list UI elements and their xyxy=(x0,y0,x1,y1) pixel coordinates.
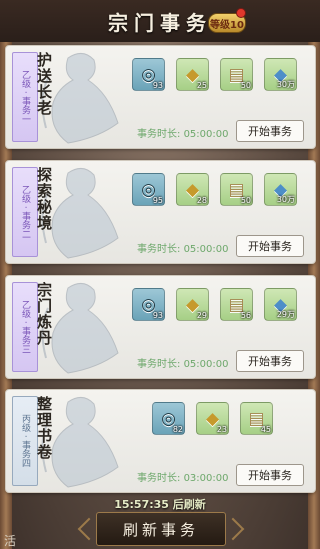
duration-label: 事务时长: xyxy=(137,244,181,255)
task-card: 乙级 · 事务一 护送长老 ◎ 93 ◆ 25 ▤ 50 ◆ 30万 事务时长:… xyxy=(5,45,316,149)
start-task-button[interactable]: 开始事务 xyxy=(236,350,304,372)
page-title: 宗门事务 xyxy=(108,10,212,35)
start-task-button[interactable]: 开始事务 xyxy=(236,464,304,486)
duration-label: 事务时长: xyxy=(137,473,181,484)
reward-item[interactable]: ▤ 56 xyxy=(220,288,253,321)
reward-count: 28 xyxy=(196,196,207,205)
reward-count: 95 xyxy=(152,196,163,205)
start-task-button[interactable]: 开始事务 xyxy=(236,235,304,257)
task-name: 探索秘境 xyxy=(35,167,53,231)
reward-count: 56 xyxy=(240,311,251,320)
reward-item[interactable]: ▤ 50 xyxy=(220,173,253,206)
reward-item[interactable]: ◆ 29 xyxy=(176,288,209,321)
reward-count: 50 xyxy=(240,196,251,205)
reward-list: ◎ 82 ◆ 23 ▤ 45 xyxy=(152,402,273,435)
reward-count: 82 xyxy=(172,425,183,434)
corner-text: 活 xyxy=(4,534,17,548)
reward-list: ◎ 95 ◆ 28 ▤ 50 ◆ 30万 xyxy=(132,173,297,206)
duration-label: 事务时长: xyxy=(137,129,181,140)
duration-value: 05:00:00 xyxy=(183,244,229,255)
reward-item[interactable]: ◎ 93 xyxy=(132,288,165,321)
task-card: 丙级 · 事务四 整理书卷 ◎ 82 ◆ 23 ▤ 45 事务时长: 03:00… xyxy=(5,389,316,493)
reward-count: 29 xyxy=(196,311,207,320)
reward-count: 93 xyxy=(152,81,163,90)
start-task-button[interactable]: 开始事务 xyxy=(236,120,304,142)
reward-count: 23 xyxy=(216,425,227,434)
reward-list: ◎ 93 ◆ 25 ▤ 50 ◆ 30万 xyxy=(132,58,297,91)
duration-value: 05:00:00 xyxy=(183,359,229,370)
reward-item[interactable]: ◆ 23 xyxy=(196,402,229,435)
duration-row: 事务时长: 03:00:00 xyxy=(137,469,228,484)
reward-count: 50 xyxy=(240,81,251,90)
refresh-tasks-button[interactable]: 刷新事务 xyxy=(96,512,226,546)
reward-count: 30万 xyxy=(276,80,295,89)
reward-item[interactable]: ◎ 82 xyxy=(152,402,185,435)
reward-count: 45 xyxy=(260,425,271,434)
reward-count: 29万 xyxy=(276,310,295,319)
notification-dot-icon xyxy=(236,8,246,18)
refresh-timer: 15:57:35 后刷新 xyxy=(114,498,206,511)
duration-row: 事务时长: 05:00:00 xyxy=(137,125,228,140)
duration-label: 事务时长: xyxy=(137,359,181,370)
task-name: 护送长老 xyxy=(35,52,53,116)
reward-item[interactable]: ◆ 30万 xyxy=(264,173,297,206)
reward-item[interactable]: ◎ 95 xyxy=(132,173,165,206)
reward-item[interactable]: ◆ 25 xyxy=(176,58,209,91)
header: 宗门事务 等级10 xyxy=(0,0,320,42)
reward-item[interactable]: ▤ 45 xyxy=(240,402,273,435)
reward-list: ◎ 93 ◆ 29 ▤ 56 ◆ 29万 xyxy=(132,288,297,321)
task-name: 宗门炼丹 xyxy=(35,282,53,346)
reward-item[interactable]: ◆ 30万 xyxy=(264,58,297,91)
reward-item[interactable]: ▤ 50 xyxy=(220,58,253,91)
reward-count: 25 xyxy=(196,81,207,90)
reward-count: 30万 xyxy=(276,195,295,204)
reward-item[interactable]: ◎ 93 xyxy=(132,58,165,91)
duration-row: 事务时长: 05:00:00 xyxy=(137,240,228,255)
duration-row: 事务时长: 05:00:00 xyxy=(137,355,228,370)
task-card: 乙级 · 事务二 探索秘境 ◎ 95 ◆ 28 ▤ 50 ◆ 30万 事务时长:… xyxy=(5,160,316,264)
reward-item[interactable]: ◆ 28 xyxy=(176,173,209,206)
task-card: 乙级 · 事务三 宗门炼丹 ◎ 93 ◆ 29 ▤ 56 ◆ 29万 事务时长:… xyxy=(5,275,316,379)
reward-item[interactable]: ◆ 29万 xyxy=(264,288,297,321)
reward-count: 93 xyxy=(152,311,163,320)
task-name: 整理书卷 xyxy=(35,396,53,460)
duration-value: 05:00:00 xyxy=(183,129,229,140)
duration-value: 03:00:00 xyxy=(183,473,229,484)
